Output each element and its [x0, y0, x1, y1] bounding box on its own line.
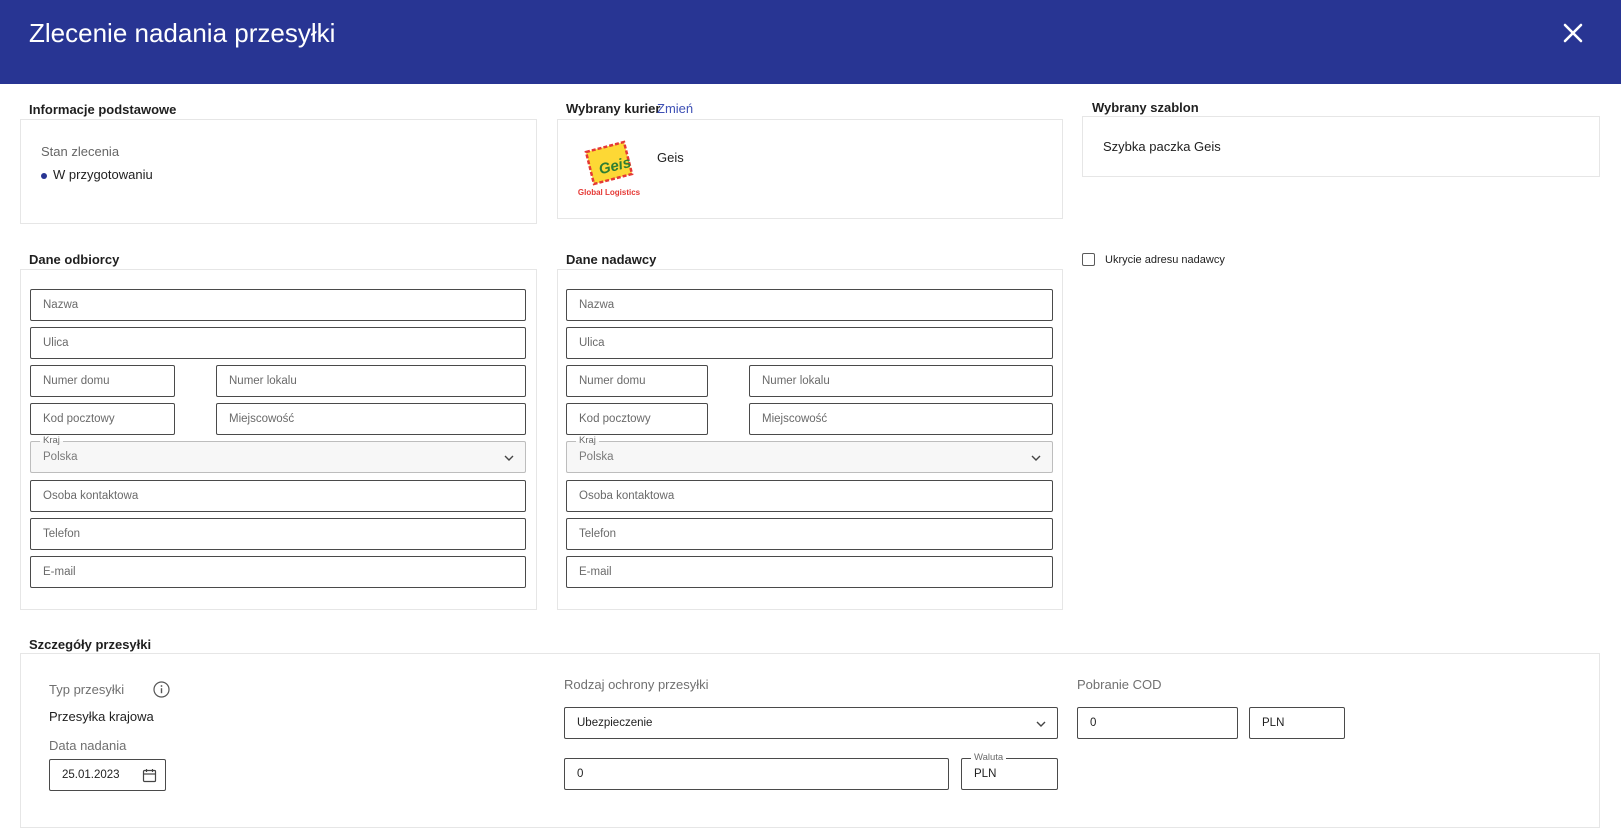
currency-value: PLN [974, 768, 997, 780]
geis-logo: Geis Global Logistics [578, 140, 641, 197]
cod-currency-value: PLN [1262, 717, 1285, 729]
recipient-postal-field[interactable] [30, 403, 175, 435]
basic-info-title: Informacje podstawowe [29, 102, 177, 117]
template-value: Szybka paczka Geis [1103, 139, 1221, 154]
protection-value: Ubezpieczenie [577, 717, 653, 729]
details-panel: Typ przesyłki Przesyłka krajowa Data nad… [20, 653, 1600, 828]
status-dot [41, 173, 47, 179]
template-panel: Szybka paczka Geis [1082, 116, 1600, 177]
recipient-country-select[interactable]: Kraj Polska [30, 435, 526, 473]
sender-country-value: Polska [579, 451, 614, 463]
recipient-postal-input[interactable] [31, 404, 174, 434]
hide-sender-label: Ukrycie adresu nadawcy [1105, 254, 1225, 266]
currency-label: Waluta [971, 752, 1007, 764]
recipient-name-input[interactable] [31, 290, 525, 320]
hide-sender-checkbox[interactable] [1082, 253, 1095, 266]
shipment-type-value: Przesyłka krajowa [49, 709, 154, 724]
recipient-phone-input[interactable] [31, 519, 525, 549]
sender-title: Dane nadawcy [566, 252, 657, 267]
cod-label: Pobranie COD [1077, 677, 1162, 692]
protection-amount-field[interactable]: 0 [564, 758, 949, 790]
sender-country-label: Kraj [576, 435, 599, 447]
close-icon [1563, 23, 1583, 43]
recipient-country-value: Polska [43, 451, 78, 463]
sender-postal-field[interactable] [566, 403, 708, 435]
sender-street-input[interactable] [567, 328, 1052, 358]
recipient-house-field[interactable] [30, 365, 175, 397]
close-button[interactable] [1560, 20, 1586, 46]
sender-email-input[interactable] [567, 557, 1052, 587]
sender-flat-input[interactable] [750, 366, 1052, 396]
dialog-header: Zlecenie nadania przesyłki [0, 0, 1621, 84]
details-title: Szczegóły przesyłki [29, 637, 152, 652]
protection-select[interactable]: Ubezpieczenie [564, 707, 1058, 739]
recipient-title: Dane odbiorcy [29, 252, 120, 267]
chevron-down-icon [504, 455, 514, 461]
sender-name-field[interactable] [566, 289, 1053, 321]
sender-flat-field[interactable] [749, 365, 1053, 397]
recipient-street-input[interactable] [31, 328, 525, 358]
sender-phone-field[interactable] [566, 518, 1053, 550]
recipient-contact-input[interactable] [31, 481, 525, 511]
status-value: W przygotowaniu [53, 167, 153, 182]
recipient-email-input[interactable] [31, 557, 525, 587]
sender-city-input[interactable] [750, 404, 1052, 434]
recipient-house-input[interactable] [31, 366, 174, 396]
recipient-street-field[interactable] [30, 327, 526, 359]
sender-street-field[interactable] [566, 327, 1053, 359]
status-label: Stan zlecenia [41, 144, 120, 159]
currency-field[interactable]: Waluta PLN [961, 752, 1058, 790]
sender-house-field[interactable] [566, 365, 708, 397]
recipient-country-label: Kraj [40, 435, 63, 447]
sender-phone-input[interactable] [567, 519, 1052, 549]
recipient-city-input[interactable] [217, 404, 525, 434]
sender-postal-input[interactable] [567, 404, 707, 434]
recipient-flat-input[interactable] [217, 366, 525, 396]
sender-country-select[interactable]: Kraj Polska [566, 435, 1053, 473]
change-courier-link[interactable]: Zmień [657, 101, 693, 116]
shipment-type-label: Typ przesyłki [49, 682, 125, 697]
recipient-name-field[interactable] [30, 289, 526, 321]
recipient-city-field[interactable] [216, 403, 526, 435]
cod-amount-field[interactable]: 0 [1077, 707, 1238, 739]
send-date-field[interactable]: 25.01.2023 [49, 759, 166, 791]
calendar-icon[interactable] [142, 768, 157, 783]
recipient-contact-field[interactable] [30, 480, 526, 512]
info-icon[interactable] [153, 681, 170, 698]
template-title: Wybrany szablon [1092, 100, 1199, 115]
courier-title: Wybrany kurier [566, 101, 661, 116]
basic-info-panel: Stan zlecenia W przygotowaniu [20, 119, 537, 224]
recipient-email-field[interactable] [30, 556, 526, 588]
sender-email-field[interactable] [566, 556, 1053, 588]
chevron-down-icon [1031, 455, 1041, 461]
sender-house-input[interactable] [567, 366, 707, 396]
recipient-flat-field[interactable] [216, 365, 526, 397]
cod-currency-field[interactable]: PLN [1249, 707, 1345, 739]
dialog-title: Zlecenie nadania przesyłki [29, 18, 336, 48]
send-date-value: 25.01.2023 [62, 769, 120, 781]
sender-name-input[interactable] [567, 290, 1052, 320]
sender-contact-input[interactable] [567, 481, 1052, 511]
send-date-label: Data nadania [49, 738, 127, 753]
protection-label: Rodzaj ochrony przesyłki [564, 677, 709, 692]
recipient-phone-field[interactable] [30, 518, 526, 550]
sender-city-field[interactable] [749, 403, 1053, 435]
chevron-down-icon [1036, 721, 1046, 727]
logo-subtext: Global Logistics [578, 188, 641, 197]
sender-contact-field[interactable] [566, 480, 1053, 512]
protection-amount-value: 0 [577, 768, 584, 780]
courier-name: Geis [657, 150, 684, 165]
cod-amount-value: 0 [1090, 717, 1097, 729]
courier-panel: Geis Global Logistics Geis [557, 119, 1063, 219]
